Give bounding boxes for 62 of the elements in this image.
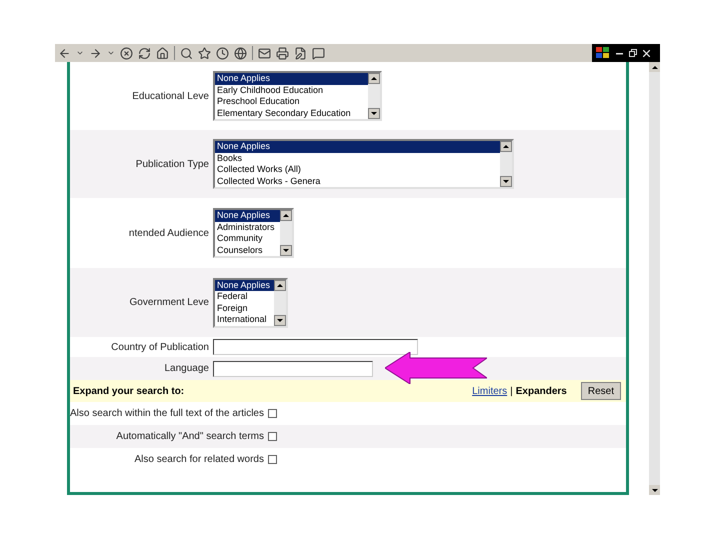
- mail-icon[interactable]: [258, 46, 271, 60]
- forward-arrow-icon[interactable]: [89, 46, 102, 60]
- input-field[interactable]: [213, 360, 373, 376]
- clock-icon[interactable]: [216, 46, 229, 60]
- checkbox[interactable]: [268, 455, 277, 464]
- list-option[interactable]: Foreign: [215, 302, 274, 314]
- list-option[interactable]: Federal: [215, 291, 274, 302]
- star-icon[interactable]: [198, 46, 211, 60]
- list-option[interactable]: Collected Works - Genera: [215, 176, 500, 187]
- page-scrollbar[interactable]: [649, 62, 660, 495]
- list-box[interactable]: None Applies Early Childhood Education Preschool Education Elementary Secondary Education: [213, 71, 382, 121]
- scrollbar[interactable]: [274, 280, 286, 326]
- expand-title: Expand your search to:: [73, 384, 186, 398]
- limiters-link[interactable]: Limiters: [472, 384, 508, 398]
- option-label: Also search for related words: [133, 453, 265, 467]
- field-label: Government Leve: [128, 296, 210, 310]
- reset-button[interactable]: Reset: [580, 382, 621, 400]
- input-field[interactable]: [213, 339, 418, 355]
- option-label: Automatically "And" search terms: [115, 430, 265, 444]
- list-option[interactable]: Community: [215, 233, 280, 244]
- stop-icon[interactable]: [120, 46, 133, 60]
- field-label: Educational Leve: [131, 90, 210, 104]
- list-option[interactable]: None Applies: [215, 280, 274, 291]
- list-option[interactable]: Preschool Education: [215, 96, 368, 108]
- list-option[interactable]: None Applies: [215, 73, 368, 84]
- field-label: Language: [164, 362, 210, 376]
- edit-icon[interactable]: [294, 46, 307, 60]
- home-icon[interactable]: [156, 46, 169, 60]
- caret-icon[interactable]: [107, 49, 115, 57]
- list-box[interactable]: None Applies Federal Foreign International: [213, 278, 288, 328]
- close-icon[interactable]: [643, 50, 650, 56]
- list-option[interactable]: None Applies: [215, 141, 500, 152]
- refresh-icon[interactable]: [138, 46, 151, 60]
- list-option[interactable]: Early Childhood Education: [215, 84, 368, 96]
- list-option[interactable]: International: [215, 314, 274, 326]
- windows-logo-icon: [596, 47, 610, 59]
- list-box[interactable]: None Applies Administrators Community Counselors: [213, 208, 294, 258]
- printer-icon[interactable]: [276, 46, 289, 60]
- list-option[interactable]: Elementary Secondary Education: [215, 108, 368, 119]
- list-option[interactable]: None Applies: [215, 210, 280, 222]
- separator: |: [510, 384, 513, 398]
- option-label: Also search within the full text of the articles: [70, 407, 265, 421]
- field-label: Publication Type: [134, 158, 210, 172]
- checkbox[interactable]: [268, 409, 277, 418]
- chat-icon[interactable]: [312, 46, 325, 60]
- list-option[interactable]: Administrators: [215, 222, 280, 233]
- search-icon[interactable]: [180, 46, 193, 60]
- caret-icon[interactable]: [76, 49, 84, 57]
- globe-icon[interactable]: [234, 46, 247, 60]
- list-option[interactable]: Collected Works (All): [215, 164, 500, 176]
- back-arrow-icon[interactable]: [58, 46, 71, 60]
- scrollbar[interactable]: [500, 141, 512, 187]
- list-option[interactable]: Counselors: [215, 244, 280, 256]
- list-box[interactable]: None Applies Books Collected Works (All) Collected Works - Genera: [213, 139, 514, 189]
- scrollbar[interactable]: [280, 210, 292, 256]
- checkbox[interactable]: [268, 432, 277, 441]
- field-label: ntended Audience: [128, 226, 210, 240]
- restore-icon[interactable]: [629, 49, 637, 57]
- field-label: Country of Publication: [110, 340, 210, 354]
- scrollbar[interactable]: [368, 73, 380, 119]
- expanders-label: Expanders: [516, 384, 567, 398]
- list-option[interactable]: Books: [215, 152, 500, 164]
